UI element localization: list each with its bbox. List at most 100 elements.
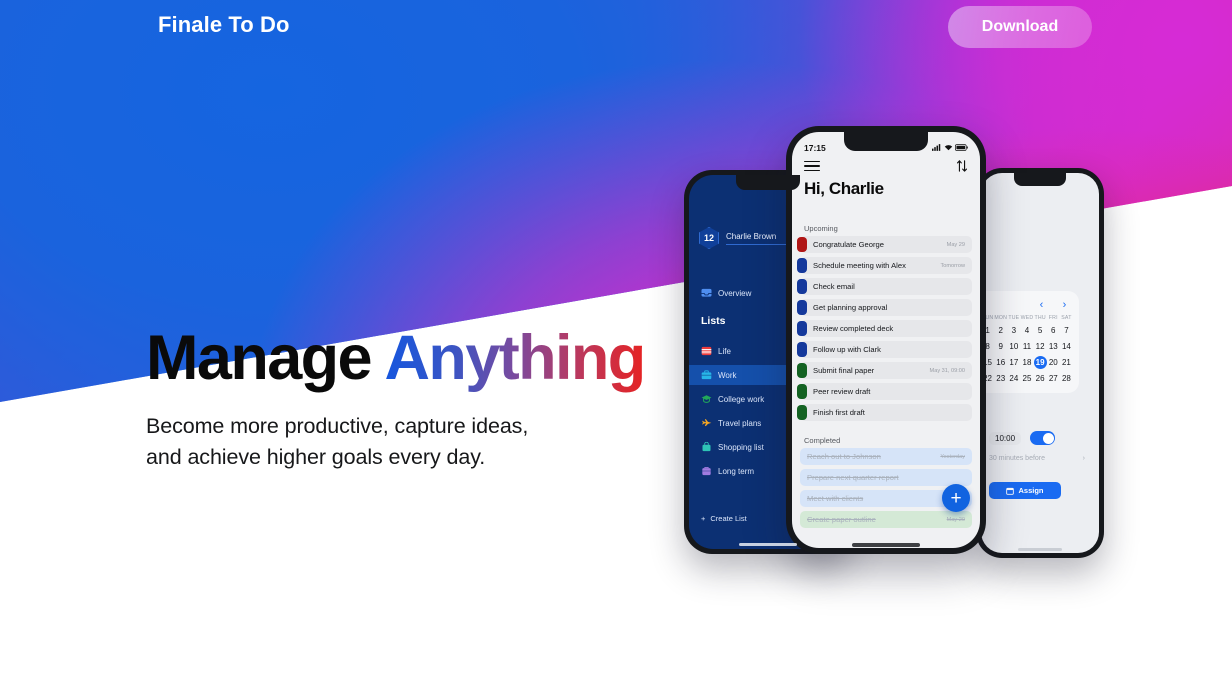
task-row[interactable]: Get planning approval [797, 299, 972, 316]
calendar-date-cell[interactable]: 27 [1047, 372, 1060, 385]
calendar-date-cell[interactable]: 21 [1060, 356, 1073, 369]
calendar-date-cell[interactable]: 14 [1060, 340, 1073, 353]
brand-logo[interactable]: Finale To Do [158, 12, 290, 38]
calendar-weekday: MON [994, 315, 1008, 321]
reminder-offset-row[interactable]: 30 minutes before › [989, 455, 1085, 462]
wifi-icon [944, 145, 952, 151]
calendar-date-cell[interactable]: 26 [1034, 372, 1047, 385]
phone-right-mockup: ‹ › SUN MON TUE WED THU FRI SAT 1 2 3 4 5 6 7 8 9 10 11 1… [976, 168, 1104, 558]
task-row[interactable]: Submit final paper May 31, 09:00 [797, 362, 972, 379]
calendar-date-cell[interactable]: 16 [994, 356, 1007, 369]
calendar-weekday-header: SUN MON TUE WED THU FRI SAT [981, 315, 1073, 321]
task-row[interactable]: Peer review draft [797, 383, 972, 400]
download-button[interactable]: Download [948, 6, 1092, 48]
task-color-chip [797, 321, 807, 336]
calendar-weekday: TUE [1008, 315, 1020, 321]
sidebar-item-label: Work [718, 370, 737, 380]
battery-icon [955, 144, 968, 151]
calendar-date-cell[interactable]: 12 [1034, 340, 1047, 353]
task-name: Prepare next quarter report [807, 473, 899, 482]
add-task-button[interactable]: + [942, 484, 970, 512]
sidebar-item-label: Shopping list [718, 442, 764, 452]
task-due-date: Yesterday [940, 453, 965, 460]
calendar-date-cell[interactable]: 10 [1007, 340, 1020, 353]
briefcase-icon [701, 370, 712, 380]
chevron-left-icon[interactable]: ‹ [1035, 298, 1048, 311]
calendar-date-cell[interactable]: 28 [1060, 372, 1073, 385]
calendar-date-cell[interactable]: 4 [1020, 324, 1033, 337]
calendar-date-cell[interactable]: 9 [994, 340, 1007, 353]
chevron-right-icon[interactable]: › [1058, 298, 1071, 311]
task-row[interactable]: Check email [797, 278, 972, 295]
calendar-date-cell[interactable]: 13 [1047, 340, 1060, 353]
calendar-icon [701, 346, 712, 356]
home-indicator [1018, 548, 1062, 551]
calendar-date-cell[interactable]: 18 [1020, 356, 1033, 369]
time-value[interactable]: 10:00 [989, 431, 1022, 445]
task-row[interactable]: Schedule meeting with Alex Tomorrow [797, 257, 972, 274]
completed-section-label: Completed [804, 436, 841, 445]
completed-task-row[interactable]: Create paper outline May 20 [800, 511, 972, 528]
calendar-date-cell[interactable]: 7 [1060, 324, 1073, 337]
phone-notch [736, 175, 800, 190]
assign-button[interactable]: Assign [989, 482, 1061, 499]
phone-notch [1014, 173, 1066, 186]
task-color-chip [797, 363, 807, 378]
greeting-title: Hi, Charlie [804, 179, 884, 198]
top-navigation-bar: Finale To Do Download [0, 0, 1232, 56]
task-name: Review completed deck [813, 324, 894, 333]
task-color-chip [797, 279, 807, 294]
detail-screen: ‹ › SUN MON TUE WED THU FRI SAT 1 2 3 4 5 6 7 8 9 10 11 1… [981, 173, 1099, 553]
sidebar-item-label: Travel plans [718, 418, 762, 428]
calendar-weekday: THU [1034, 315, 1046, 321]
airplane-icon [702, 419, 712, 427]
task-due-date: May 31, 09:00 [929, 367, 965, 374]
calendar-date-cell[interactable]: 20 [1047, 356, 1060, 369]
briefcase-purple-icon [702, 467, 711, 476]
reminder-toggle[interactable] [1030, 431, 1056, 445]
sidebar-user[interactable]: 12 Charlie Brown [699, 227, 788, 249]
calendar-date-cell[interactable]: 3 [1007, 324, 1020, 337]
task-name: Reach out to Johnson [807, 452, 881, 461]
task-name: Submit final paper [813, 366, 875, 375]
calendar-nav: ‹ › [981, 298, 1073, 311]
phone-notch [844, 132, 928, 151]
home-indicator [739, 543, 797, 546]
task-due-date: May 29 [946, 241, 965, 248]
task-due-date: Tomorrow [940, 262, 965, 269]
calendar-date-cell[interactable]: 2 [994, 324, 1007, 337]
task-name: Check email [813, 282, 855, 291]
task-row[interactable]: Finish first draft [797, 404, 972, 421]
calendar-weekday: SAT [1061, 315, 1072, 321]
home-indicator [852, 543, 920, 547]
calendar-date-cell[interactable]: 17 [1007, 356, 1020, 369]
calendar-date-cell[interactable]: 24 [1007, 372, 1020, 385]
task-color-chip [797, 405, 807, 420]
completed-task-row[interactable]: Reach out to Johnson Yesterday [800, 448, 972, 465]
calendar-weekday: WED [1020, 315, 1034, 321]
create-list-button[interactable]: + Create List [701, 514, 747, 523]
hamburger-menu-icon[interactable] [804, 160, 820, 172]
sidebar-item-label: Overview [718, 288, 752, 298]
sidebar-item-label: Long term [718, 466, 755, 476]
task-count-badge: 12 [699, 227, 719, 249]
completed-task-row[interactable]: Prepare next quarter report [800, 469, 972, 486]
task-color-chip [797, 237, 807, 252]
calendar-date-cell[interactable]: 25 [1020, 372, 1033, 385]
task-row[interactable]: Congratulate George May 29 [797, 236, 972, 253]
calendar-card: ‹ › SUN MON TUE WED THU FRI SAT 1 2 3 4 5 6 7 8 9 10 11 1… [981, 291, 1079, 393]
task-row[interactable]: Review completed deck [797, 320, 972, 337]
phone-center-mockup: 17:15 Hi, Charlie Upcoming Congratulate … [786, 126, 986, 554]
calendar-date-cell[interactable]: 6 [1047, 324, 1060, 337]
calendar-date-grid[interactable]: 1 2 3 4 5 6 7 8 9 10 11 12 13 14 15 16 17 18 19 20 21 22 23 24 2… [981, 324, 1073, 385]
calendar-date-cell[interactable]: 11 [1020, 340, 1033, 353]
calendar-date-cell[interactable]: 19 [1033, 356, 1047, 369]
task-row[interactable]: Follow up with Clark [797, 341, 972, 358]
create-list-label: Create List [710, 514, 747, 523]
graduation-cap-icon [701, 395, 712, 403]
calendar-date-cell[interactable]: 5 [1034, 324, 1047, 337]
status-icons [932, 144, 968, 151]
calendar-date-cell[interactable]: 23 [994, 372, 1007, 385]
sort-arrows-icon[interactable] [956, 160, 968, 172]
hero-copy: Manage Anything Become more productive, … [146, 325, 646, 473]
